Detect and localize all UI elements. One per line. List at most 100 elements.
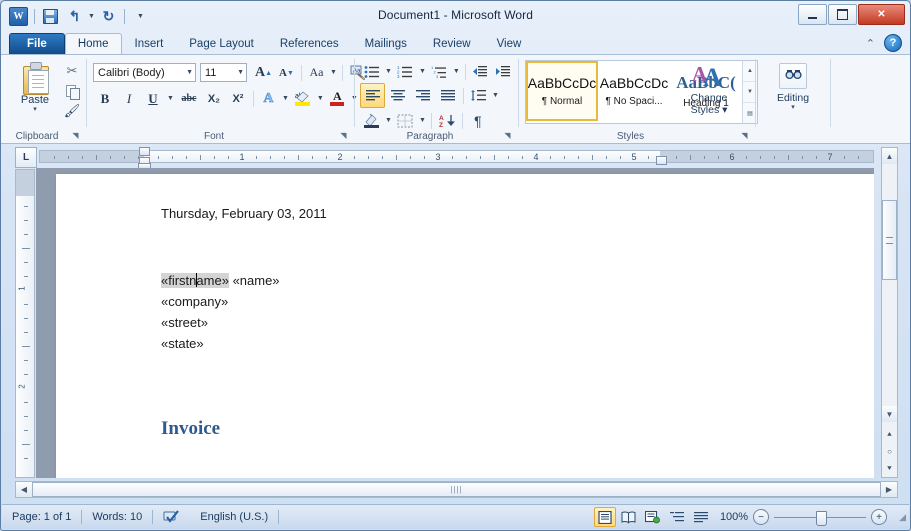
scroll-down-button[interactable]: ▼	[882, 406, 897, 422]
scroll-left-button[interactable]: ◀	[16, 482, 32, 497]
minimize-button[interactable]	[798, 4, 827, 25]
print-layout-view-button[interactable]	[593, 507, 616, 527]
zoom-level-label[interactable]: 100%	[720, 511, 748, 523]
horizontal-scrollbar[interactable]: ◀ |||| ▶	[15, 481, 898, 498]
multilevel-list-button[interactable]: 123	[428, 60, 451, 83]
bullets-button[interactable]	[360, 60, 383, 83]
format-painter-button[interactable]: 🖌	[59, 101, 85, 121]
shading-caret-icon[interactable]: ▼	[383, 117, 394, 124]
word-count[interactable]: Words: 10	[82, 508, 152, 526]
align-right-button[interactable]	[410, 83, 435, 108]
outline-view-button[interactable]	[666, 507, 688, 527]
draft-view-button[interactable]	[690, 507, 712, 527]
bold-button[interactable]: B	[93, 87, 117, 110]
underline-button[interactable]: U	[141, 87, 165, 110]
font-name-combobox[interactable]: Calibri (Body) ▼	[93, 63, 196, 82]
tab-view[interactable]: View	[484, 33, 535, 54]
sort-button[interactable]: AZ	[435, 109, 459, 132]
underline-caret-icon[interactable]: ▼	[165, 95, 176, 102]
highlight-caret-icon[interactable]: ▼	[315, 95, 326, 102]
shrink-font-button[interactable]: A ▼	[275, 61, 298, 84]
zoom-slider-track[interactable]	[774, 510, 867, 526]
copy-button[interactable]	[59, 81, 85, 101]
web-layout-view-button[interactable]	[642, 507, 664, 527]
numbering-caret-icon[interactable]: ▼	[417, 68, 428, 75]
borders-button[interactable]	[394, 109, 417, 132]
increase-indent-button[interactable]	[492, 60, 515, 83]
proofing-status-button[interactable]	[153, 508, 190, 526]
font-dialog-launcher[interactable]: ◥	[338, 130, 349, 141]
grow-font-button[interactable]: A ▲	[252, 61, 275, 84]
vertical-scroll-thumb[interactable]	[882, 200, 897, 280]
scroll-right-button[interactable]: ▶	[881, 482, 897, 497]
maximize-button[interactable]	[828, 4, 857, 25]
bullets-caret-icon[interactable]: ▼	[383, 68, 394, 75]
align-left-button[interactable]	[360, 83, 385, 108]
italic-button[interactable]: I	[117, 87, 141, 110]
paste-button[interactable]: Paste ▾	[11, 59, 59, 123]
merge-field-state[interactable]: «state»	[161, 333, 874, 354]
clipboard-dialog-launcher[interactable]: ◥	[70, 130, 81, 141]
editing-button[interactable]: Editing ▾	[766, 59, 820, 123]
horizontal-scroll-thumb[interactable]: ||||	[32, 482, 881, 497]
tab-mailings[interactable]: Mailings	[352, 33, 420, 54]
previous-page-button[interactable]: ⯅	[882, 426, 897, 443]
change-case-caret-icon[interactable]: ▼	[328, 69, 339, 76]
merge-field-name[interactable]: «name»	[233, 273, 280, 288]
font-name-caret-icon[interactable]: ▼	[183, 69, 193, 76]
zoom-out-button[interactable]: −	[753, 509, 770, 525]
zoom-in-button[interactable]: +	[871, 509, 888, 525]
language-indicator[interactable]: English (U.S.)	[190, 508, 278, 526]
help-icon[interactable]: ?	[884, 34, 902, 52]
tab-references[interactable]: References	[267, 33, 352, 54]
tab-page-layout[interactable]: Page Layout	[176, 33, 267, 54]
subscript-button[interactable]: X₂	[202, 87, 226, 110]
styles-dialog-launcher[interactable]: ◥	[739, 130, 750, 141]
horizontal-ruler[interactable]: 1 2 3 4 5 6 7	[39, 147, 874, 169]
select-browse-object-button[interactable]: ○	[882, 443, 897, 460]
line-spacing-button[interactable]	[467, 84, 490, 107]
tab-home[interactable]: Home	[64, 33, 122, 54]
tab-review[interactable]: Review	[420, 33, 484, 54]
editing-caret-icon[interactable]: ▾	[791, 104, 795, 111]
multilevel-caret-icon[interactable]: ▼	[451, 68, 462, 75]
line-spacing-caret-icon[interactable]: ▼	[490, 92, 501, 99]
superscript-button[interactable]: X²	[226, 87, 250, 110]
minimize-ribbon-icon[interactable]: ⌃	[866, 37, 875, 50]
vertical-ruler[interactable]: 1 2	[15, 169, 35, 478]
text-effects-caret-icon[interactable]: ▼	[280, 95, 291, 102]
style-item-no-spacing[interactable]: AaBbCcDc ¶ No Spaci...	[598, 61, 670, 121]
page-indicator[interactable]: Page: 1 of 1	[2, 508, 81, 526]
full-screen-reading-view-button[interactable]	[618, 507, 640, 527]
style-item-normal[interactable]: AaBbCcDc ¶ Normal	[526, 61, 598, 121]
tab-insert[interactable]: Insert	[122, 33, 177, 54]
justify-button[interactable]	[435, 83, 460, 108]
font-size-combobox[interactable]: 11 ▼	[200, 63, 247, 82]
merge-field-firstname[interactable]: «firstname»	[161, 273, 229, 288]
tab-file[interactable]: File	[9, 33, 65, 54]
numbering-button[interactable]: 123	[394, 60, 417, 83]
paste-dropdown-icon[interactable]: ▾	[33, 106, 37, 113]
decrease-indent-button[interactable]	[469, 60, 492, 83]
first-line-indent-marker[interactable]	[139, 147, 150, 156]
zoom-slider-thumb[interactable]	[816, 510, 828, 526]
close-button[interactable]: ✕	[858, 4, 905, 25]
merge-field-street[interactable]: «street»	[161, 312, 874, 333]
show-formatting-marks-button[interactable]: ¶	[466, 109, 490, 132]
merge-field-company[interactable]: «company»	[161, 291, 874, 312]
strikethrough-button[interactable]: abc	[176, 87, 202, 110]
text-highlight-button[interactable]: ab	[291, 87, 315, 110]
document-body-text[interactable]: Thursday, February 03, 2011 «firstname» …	[161, 203, 874, 354]
borders-caret-icon[interactable]: ▼	[417, 117, 428, 124]
next-page-button[interactable]: ⯆	[882, 460, 897, 477]
paragraph-dialog-launcher[interactable]: ◥	[502, 130, 513, 141]
scroll-up-button[interactable]: ▲	[882, 148, 897, 164]
change-case-button[interactable]: Aa	[305, 61, 328, 84]
font-color-button[interactable]: A	[326, 87, 349, 110]
shading-button[interactable]	[360, 109, 383, 132]
font-size-caret-icon[interactable]: ▼	[234, 69, 244, 76]
align-center-button[interactable]	[385, 83, 410, 108]
vertical-scrollbar[interactable]: ▲ ▼ ⯅ ○ ⯆	[881, 147, 898, 478]
right-indent-marker[interactable]	[656, 156, 667, 165]
tab-stop-selector[interactable]: L	[15, 147, 37, 168]
